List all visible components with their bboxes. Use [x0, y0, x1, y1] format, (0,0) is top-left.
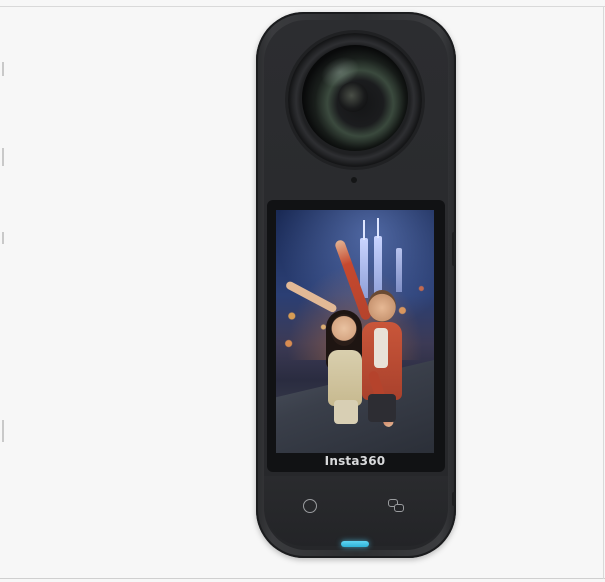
man-legs	[368, 394, 396, 422]
twin-tower-right	[374, 236, 382, 298]
status-led	[341, 541, 369, 547]
twin-tower-left-spire	[363, 220, 365, 240]
woman-body	[328, 350, 362, 406]
woman-legs	[334, 400, 358, 424]
circle-icon[interactable]	[303, 499, 317, 513]
man-shirt	[374, 328, 388, 368]
man-head	[368, 290, 396, 322]
frame-border-right	[603, 6, 604, 579]
camera-screen-photo	[276, 210, 434, 453]
frame-border-bottom	[0, 578, 605, 579]
switch-camera-icon[interactable]	[388, 499, 406, 513]
twin-tower-right-spire	[377, 218, 379, 238]
microphone-dot	[351, 177, 357, 183]
side-button-top	[452, 232, 456, 266]
brand-logo-text: Insta360	[324, 454, 386, 468]
woman-head	[331, 314, 357, 346]
frame-border-top	[0, 6, 605, 7]
tower-side	[396, 248, 402, 292]
lower-control-panel	[264, 476, 448, 546]
side-button-bottom	[452, 492, 456, 506]
lens-center	[338, 82, 368, 112]
